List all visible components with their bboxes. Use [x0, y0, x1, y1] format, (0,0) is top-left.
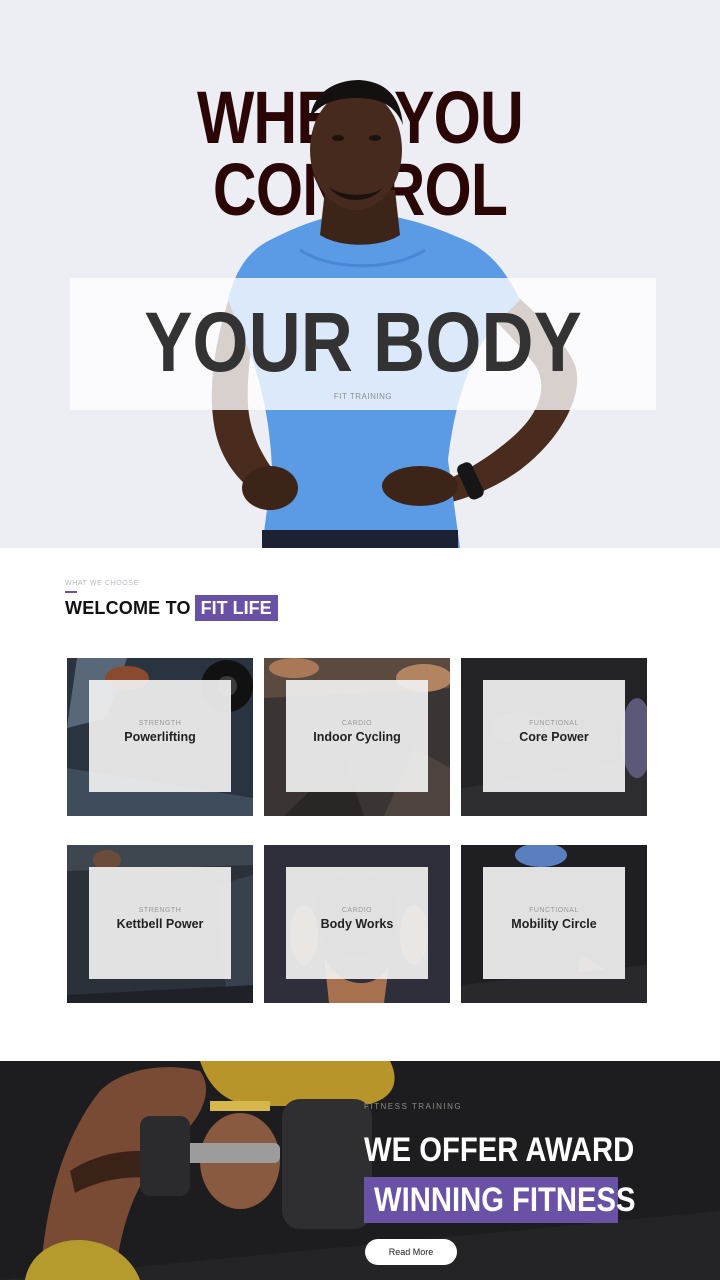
card-category: FUNCTIONAL — [529, 907, 579, 914]
welcome-title-highlight: FIT LIFE — [194, 595, 278, 621]
eyebrow-divider — [65, 591, 77, 593]
hero-box-title: YOUR BODY — [144, 295, 582, 389]
class-card-core-power[interactable]: FUNCTIONAL Core Power — [461, 658, 647, 816]
card-category: CARDIO — [341, 907, 373, 914]
card-category: CARDIO — [341, 720, 373, 727]
card-label-box: FUNCTIONAL Core Power — [483, 680, 625, 792]
card-category: FUNCTIONAL — [529, 720, 579, 727]
card-label-box: FUNCTIONAL Mobility Circle — [483, 867, 625, 979]
promo-dumbbell-image — [0, 1061, 720, 1280]
card-label-box: STRENGTH Powerlifting — [89, 680, 231, 792]
card-label-box: CARDIO Indoor Cycling — [286, 680, 428, 792]
class-card-kettbell-power[interactable]: STRENGTH Kettbell Power — [67, 845, 253, 1003]
class-card-body-works[interactable]: CARDIO Body Works — [264, 845, 450, 1003]
hero-title-box: YOUR BODY FIT TRAINING — [70, 278, 656, 410]
card-category: STRENGTH — [138, 720, 182, 727]
promo-section: FITNESS TRAINING WE OFFER AWARD WINNING … — [0, 1061, 720, 1280]
card-title: Powerlifting — [124, 730, 196, 744]
card-title: Kettbell Power — [116, 917, 204, 931]
hero-section: WHEN YOU CONTROL YOUR BODY FIT TRAINING — [0, 0, 720, 548]
card-title: Mobility Circle — [511, 917, 597, 931]
class-card-indoor-cycling[interactable]: CARDIO Indoor Cycling — [264, 658, 450, 816]
card-title: Body Works — [320, 917, 394, 931]
card-label-box: CARDIO Body Works — [286, 867, 428, 979]
welcome-heading: WELCOME TO FIT LIFE — [65, 595, 278, 621]
class-card-powerlifting[interactable]: STRENGTH Powerlifting — [67, 658, 253, 816]
card-category: STRENGTH — [138, 907, 182, 914]
promo-title-line1: WE OFFER AWARD — [364, 1131, 635, 1169]
class-card-mobility-circle[interactable]: FUNCTIONAL Mobility Circle — [461, 845, 647, 1003]
card-title: Indoor Cycling — [313, 730, 401, 744]
promo-title-line2: WINNING FITNESS — [374, 1181, 636, 1219]
promo-eyebrow: FITNESS TRAINING — [364, 1102, 463, 1111]
promo-title-highlight: WINNING FITNESS — [364, 1177, 636, 1223]
welcome-eyebrow: WHAT WE CHOOSE — [65, 580, 139, 587]
hero-box-subtitle: FIT TRAINING — [333, 392, 393, 401]
read-more-button[interactable]: Read More — [365, 1239, 457, 1265]
welcome-title: WELCOME TO — [65, 597, 191, 618]
hero-model-image — [211, 80, 578, 548]
card-label-box: STRENGTH Kettbell Power — [89, 867, 231, 979]
card-title: Core Power — [519, 730, 589, 744]
